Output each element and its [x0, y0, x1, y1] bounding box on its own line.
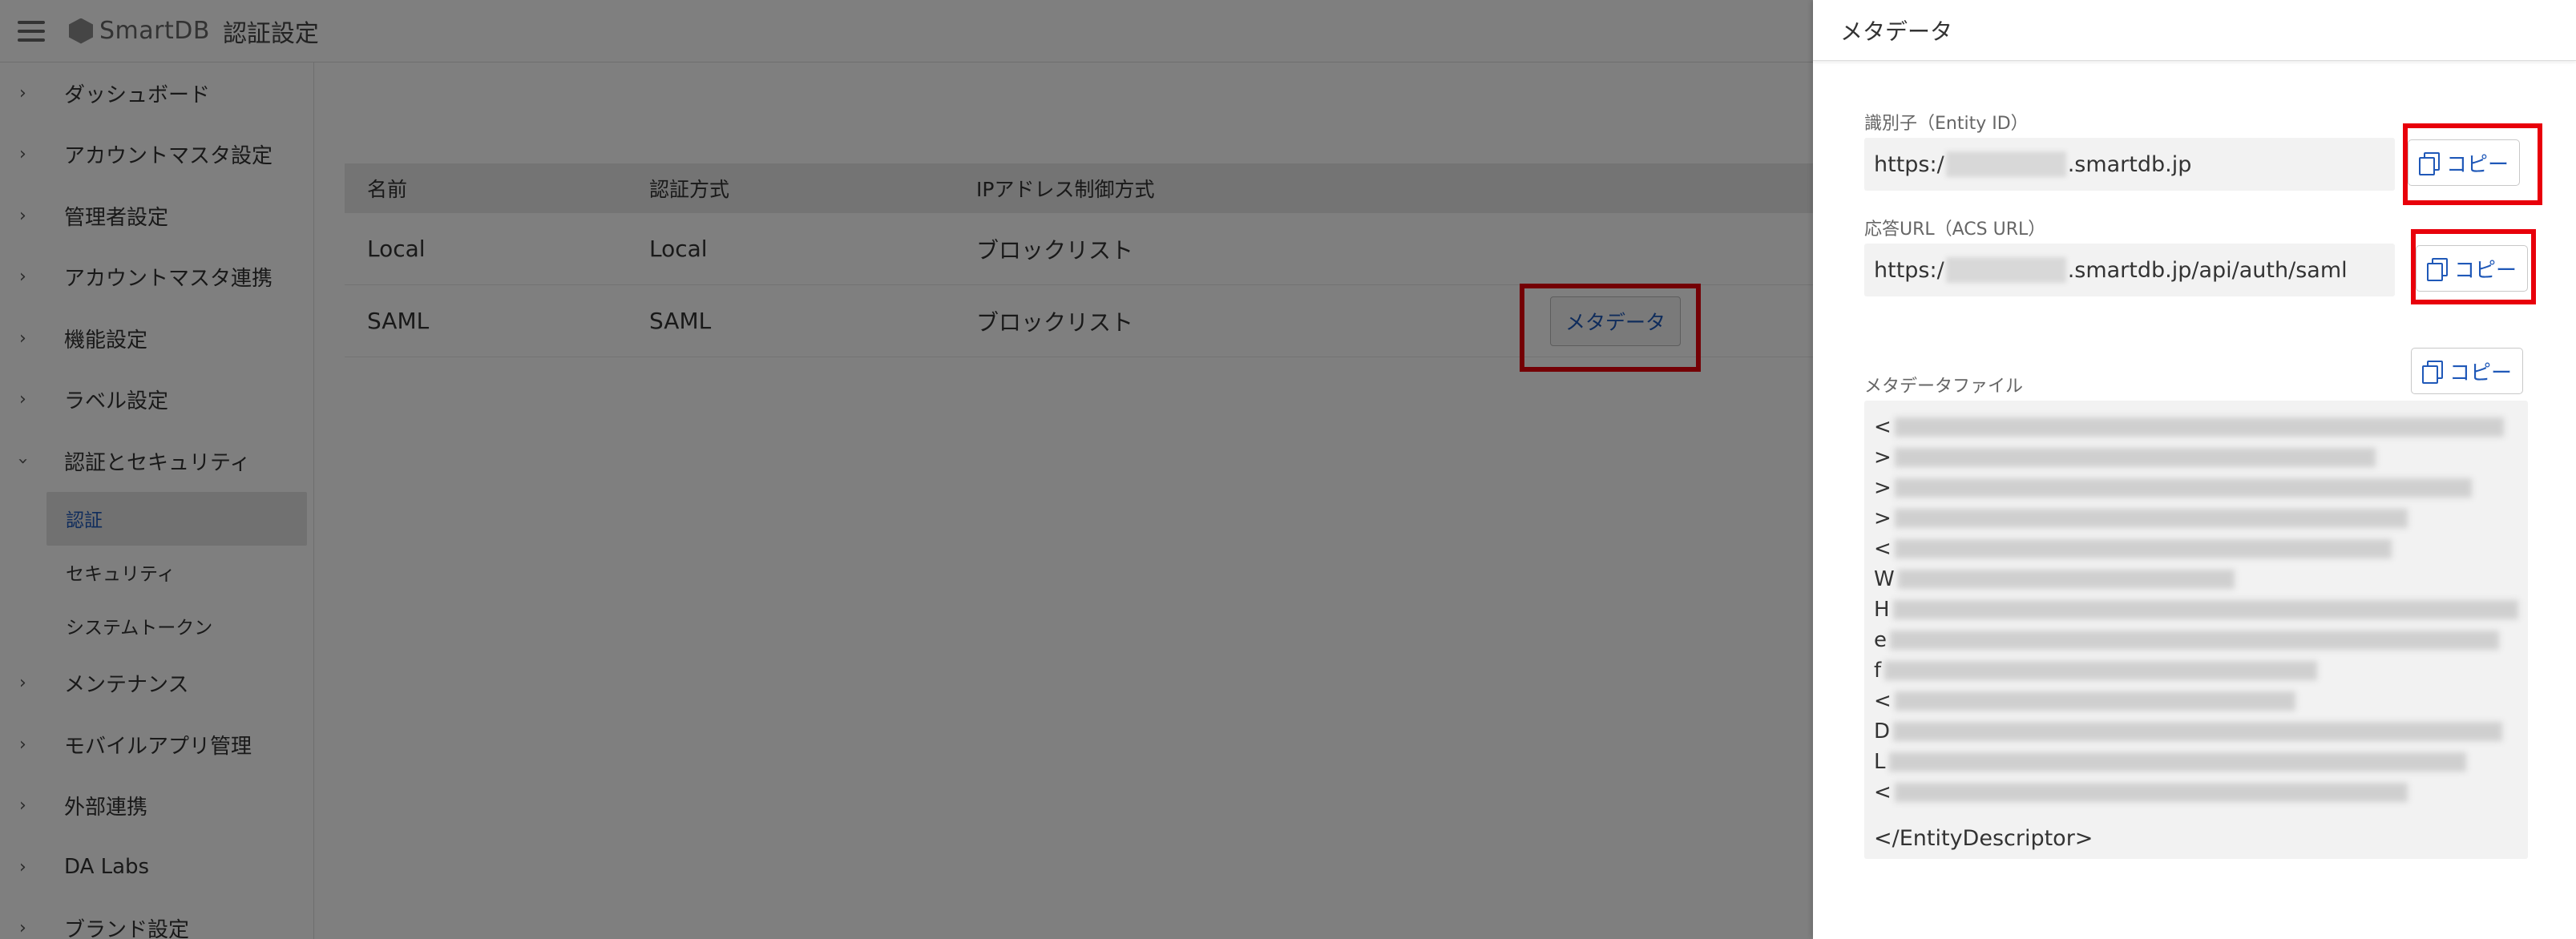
metadata-line-prefix: > — [1874, 445, 1892, 470]
redacted-text — [1890, 631, 2499, 650]
metadata-line: L — [1874, 747, 2518, 777]
metadata-line: W — [1874, 564, 2518, 594]
copy-acs-url-button[interactable]: コピー — [2416, 245, 2528, 292]
entity-id-label: 識別子（Entity ID） — [1864, 114, 2029, 134]
metadata-line: H — [1874, 594, 2518, 625]
redacted-text — [1894, 448, 2376, 467]
redacted-text — [1897, 570, 2235, 589]
copy-icon — [2426, 258, 2448, 281]
redacted-text — [1888, 752, 2466, 772]
copy-label: コピー — [2449, 361, 2512, 385]
modal-overlay[interactable] — [0, 0, 1813, 939]
redacted-text — [1892, 600, 2518, 619]
redacted-text — [1945, 151, 2066, 177]
entity-id-prefix: https:/ — [1874, 151, 1944, 177]
acs-url-field[interactable]: https:/ .smartdb.jp/api/auth/saml — [1864, 244, 2395, 296]
metadata-line-prefix: < — [1874, 780, 1892, 804]
metadata-file-content[interactable]: < > > > < W He f < D L < </EntityDescriptor> — [1864, 401, 2528, 859]
redacted-text — [1894, 539, 2392, 558]
metadata-line-prefix: < — [1874, 415, 1892, 439]
copy-entity-id-button[interactable]: コピー — [2408, 139, 2520, 186]
metadata-file-end: </EntityDescriptor> — [1874, 826, 2094, 851]
metadata-line: > — [1874, 503, 2518, 534]
redacted-text — [1894, 509, 2408, 528]
entity-id-suffix: .smartdb.jp — [2067, 151, 2192, 177]
copy-metadata-file-button[interactable]: コピー — [2411, 348, 2523, 394]
copy-icon — [2421, 361, 2443, 384]
metadata-file-label: メタデータファイル — [1864, 377, 2024, 397]
metadata-line-prefix: > — [1874, 476, 1892, 500]
acs-url-suffix: .smartdb.jp/api/auth/saml — [2067, 257, 2348, 283]
acs-url-prefix: https:/ — [1874, 257, 1944, 283]
entity-id-field[interactable]: https:/ .smartdb.jp — [1864, 138, 2395, 191]
metadata-line-prefix: D — [1874, 719, 1891, 744]
metadata-line-prefix: W — [1874, 567, 1895, 591]
metadata-line: > — [1874, 442, 2518, 473]
metadata-line: e — [1874, 625, 2518, 655]
metadata-line: < — [1874, 686, 2518, 716]
metadata-line-prefix: e — [1874, 628, 1887, 652]
metadata-line-prefix: < — [1874, 537, 1892, 561]
metadata-line-prefix: H — [1874, 598, 1890, 622]
redacted-text — [1894, 417, 2504, 437]
redacted-text — [1894, 783, 2408, 802]
redacted-text — [1884, 661, 2318, 680]
metadata-line: D — [1874, 716, 2518, 747]
drawer-title: メタデータ — [1813, 0, 2576, 61]
metadata-file-lines: < > > > < W He f < D L < — [1874, 412, 2518, 808]
copy-label: コピー — [2445, 152, 2509, 177]
metadata-line-prefix: f — [1874, 659, 1882, 683]
redacted-text — [1945, 257, 2066, 283]
acs-url-label: 応答URL（ACS URL） — [1864, 220, 2046, 240]
metadata-line-prefix: < — [1874, 689, 1892, 713]
metadata-line: > — [1874, 473, 2518, 503]
copy-label: コピー — [2453, 258, 2517, 283]
metadata-line: < — [1874, 534, 2518, 564]
redacted-text — [1893, 722, 2503, 741]
copy-icon — [2418, 152, 2440, 175]
metadata-line: < — [1874, 412, 2518, 442]
metadata-line-prefix: > — [1874, 506, 1892, 530]
metadata-line-prefix: L — [1874, 750, 1886, 774]
redacted-text — [1894, 478, 2472, 498]
metadata-drawer: メタデータ 識別子（Entity ID） https:/.smartdb.jp … — [1813, 0, 2576, 939]
metadata-line: f — [1874, 655, 2518, 686]
metadata-line: < — [1874, 777, 2518, 808]
redacted-text — [1894, 691, 2295, 711]
